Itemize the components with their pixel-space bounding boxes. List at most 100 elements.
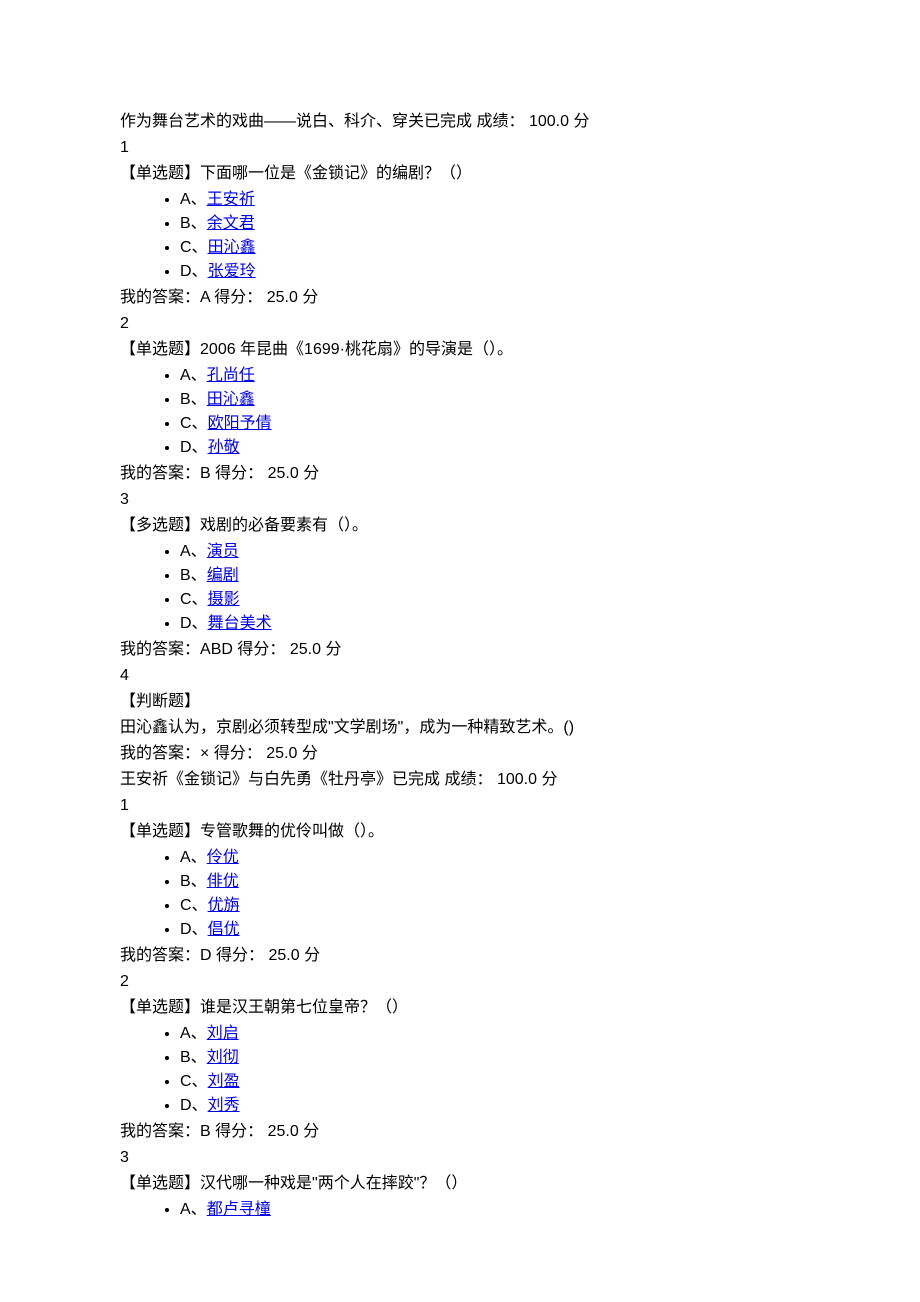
option-link[interactable]: 刘启 [207,1025,239,1042]
option-item: A、伶优 [180,846,800,870]
option-link[interactable]: 王安祈 [207,191,255,208]
section-title: 王安祈《金锁记》与白先勇《牡丹亭》 [120,771,392,788]
option-link[interactable]: 田沁鑫 [207,391,255,408]
my-answer-label: 我的答案： [120,641,200,658]
points-unit: 分 [303,465,319,482]
option-item: B、刘彻 [180,1046,800,1070]
question-number: 2 [120,970,800,994]
option-item: D、刘秀 [180,1094,800,1118]
points-unit: 分 [303,1123,319,1140]
option-item: A、都卢寻橦 [180,1198,800,1222]
answer-line: 我的答案：× 得分： 25.0 分 [120,742,800,766]
answer-line: 我的答案：A 得分： 25.0 分 [120,286,800,310]
question-tag: 【单选题】 [120,165,200,182]
option-item: C、优旃 [180,894,800,918]
question-tag: 【单选题】 [120,341,200,358]
option-list: A、都卢寻橦 [120,1198,800,1222]
option-item: A、王安祈 [180,188,800,212]
question-body: 田沁鑫认为，京剧必须转型成"文学剧场"，成为一种精致艺术。() [120,716,800,740]
option-link[interactable]: 舞台美术 [208,615,272,632]
option-item: A、演员 [180,540,800,564]
question-stem: 汉代哪一种戏是"两个人在摔跤"？（） [200,1175,467,1192]
option-letter: A、 [180,1025,207,1042]
points-value: 25.0 [267,289,298,306]
section-header: 作为舞台艺术的戏曲——说白、科介、穿关已完成 成绩： 100.0 分 [120,110,800,134]
section-header: 王安祈《金锁记》与白先勇《牡丹亭》已完成 成绩： 100.0 分 [120,768,800,792]
points-label: 得分： [215,465,263,482]
option-link[interactable]: 欧阳予倩 [208,415,272,432]
score-unit: 分 [573,113,589,130]
answer-line: 我的答案：B 得分： 25.0 分 [120,1120,800,1144]
option-item: D、张爱玲 [180,260,800,284]
points-label: 得分： [214,289,262,306]
answer-line: 我的答案：B 得分： 25.0 分 [120,462,800,486]
option-link[interactable]: 摄影 [208,591,240,608]
option-link[interactable]: 倡优 [208,921,240,938]
option-link[interactable]: 孙敬 [208,439,240,456]
option-link[interactable]: 刘盈 [208,1073,240,1090]
score-label: 成绩： [476,113,524,130]
option-list: A、孔尚任B、田沁鑫C、欧阳予倩D、孙敬 [120,364,800,460]
points-label: 得分： [216,947,264,964]
option-link[interactable]: 都卢寻橦 [207,1201,271,1218]
question-stem: 2006 年昆曲《1699·桃花扇》的导演是（）。 [200,341,513,358]
question-stem-line: 【单选题】专管歌舞的优伶叫做（）。 [120,820,800,844]
option-link[interactable]: 演员 [207,543,239,560]
section-score: 100.0 [497,771,537,788]
option-list: A、演员B、编剧C、摄影D、舞台美术 [120,540,800,636]
option-item: B、余文君 [180,212,800,236]
question-stem: 专管歌舞的优伶叫做（）。 [200,823,384,840]
question-stem: 谁是汉王朝第七位皇帝？（） [200,999,408,1016]
points-value: 25.0 [268,465,299,482]
question-stem: 戏剧的必备要素有（）。 [200,517,368,534]
option-letter: C、 [180,591,208,608]
option-item: B、编剧 [180,564,800,588]
option-link[interactable]: 刘秀 [208,1097,240,1114]
question-tag: 【多选题】 [120,517,200,534]
option-list: A、王安祈B、余文君C、田沁鑫D、张爱玲 [120,188,800,284]
option-letter: B、 [180,567,207,584]
option-link[interactable]: 编剧 [207,567,239,584]
option-link[interactable]: 张爱玲 [208,263,256,280]
points-label: 得分： [215,1123,263,1140]
question-stem-line: 【多选题】戏剧的必备要素有（）。 [120,514,800,538]
option-letter: C、 [180,239,208,256]
question-stem-line: 【单选题】下面哪一位是《金锁记》的编剧？（） [120,162,800,186]
my-answer-value: B [200,1123,211,1140]
option-letter: B、 [180,215,207,232]
my-answer-value: B [200,465,211,482]
my-answer-label: 我的答案： [120,289,200,306]
question-number: 1 [120,794,800,818]
option-letter: B、 [180,391,207,408]
my-answer-label: 我的答案： [120,465,200,482]
question-number: 1 [120,136,800,160]
option-link[interactable]: 刘彻 [207,1049,239,1066]
option-letter: D、 [180,615,208,632]
option-link[interactable]: 伶优 [207,849,239,866]
my-answer-label: 我的答案： [120,1123,200,1140]
option-list: A、刘启 B、刘彻C、刘盈D、刘秀 [120,1022,800,1118]
option-item: A、孔尚任 [180,364,800,388]
option-item: C、刘盈 [180,1070,800,1094]
question-number: 3 [120,488,800,512]
question-number: 4 [120,664,800,688]
question-tag: 【单选题】 [120,999,200,1016]
question-stem-line: 【单选题】汉代哪一种戏是"两个人在摔跤"？（） [120,1172,800,1196]
completed-label: 已完成 [424,113,472,130]
answer-line: 我的答案：D 得分： 25.0 分 [120,944,800,968]
points-label: 得分： [214,745,262,762]
option-link[interactable]: 田沁鑫 [208,239,256,256]
option-link[interactable]: 俳优 [207,873,239,890]
score-unit: 分 [541,771,557,788]
option-link[interactable]: 优旃 [208,897,240,914]
option-item: B、俳优 [180,870,800,894]
option-item: D、倡优 [180,918,800,942]
my-answer-label: 我的答案： [120,947,200,964]
option-link[interactable]: 孔尚任 [207,367,255,384]
option-item: C、摄影 [180,588,800,612]
option-link[interactable]: 余文君 [207,215,255,232]
option-letter: A、 [180,191,207,208]
my-answer-value: A [200,289,210,306]
my-answer-value: × [200,745,209,762]
points-unit: 分 [325,641,341,658]
